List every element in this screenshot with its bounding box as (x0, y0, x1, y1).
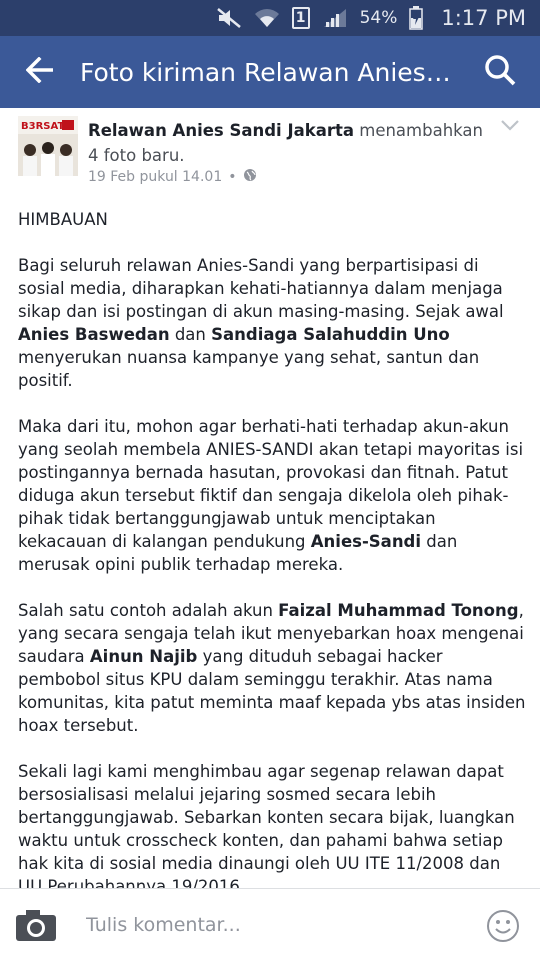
post-paragraph: Maka dari itu, mohon agar berhati-hati t… (18, 417, 524, 574)
app-bar: Foto kiriman Relawan Anies… (0, 36, 540, 108)
post-timestamp[interactable]: 19 Feb pukul 14.01 (88, 169, 222, 185)
back-arrow-icon (25, 56, 54, 87)
search-icon (484, 54, 516, 90)
globe-icon (243, 168, 257, 186)
page-avatar[interactable]: B3RSATU (18, 116, 78, 176)
battery-icon (409, 6, 424, 30)
post-paragraph: Sekali lagi kami menghimbau agar segenap… (18, 762, 515, 896)
timestamp-separator: • (228, 169, 237, 185)
post-options-button[interactable] (498, 116, 522, 136)
wifi-icon (254, 7, 280, 29)
page-name-link[interactable]: Relawan Anies Sandi Jakarta (88, 121, 354, 140)
camera-button[interactable] (14, 907, 58, 943)
clock: 1:17 PM (441, 6, 526, 30)
post-paragraph: HIMBAUAN (18, 210, 108, 229)
mute-icon (216, 7, 242, 29)
post-paragraph: Salah satu contoh adalah akun Faizal Muh… (18, 601, 526, 735)
battery-percent: 54% (359, 8, 398, 28)
emoji-icon (486, 910, 520, 947)
post-paragraph: Bagi seluruh relawan Anies-Sandi yang be… (18, 256, 504, 390)
emoji-button[interactable] (486, 909, 520, 943)
comment-input[interactable] (84, 909, 468, 941)
post-timestamp-row: 19 Feb pukul 14.01 • (88, 168, 257, 186)
chevron-down-icon (498, 120, 522, 140)
post-body: HIMBAUAN Bagi seluruh relawan Anies-Sand… (18, 208, 526, 921)
search-button[interactable] (460, 36, 540, 108)
comment-bar (0, 888, 540, 960)
notification-badge: 1 (291, 7, 310, 29)
status-bar: 1 54% 1:17 PM (0, 0, 540, 36)
camera-icon (14, 910, 58, 947)
post-meta: Relawan Anies Sandi Jakarta menambahkan … (88, 118, 488, 168)
back-button[interactable] (0, 36, 80, 108)
page-title: Foto kiriman Relawan Anies… (80, 57, 451, 87)
signal-icon (322, 7, 348, 29)
